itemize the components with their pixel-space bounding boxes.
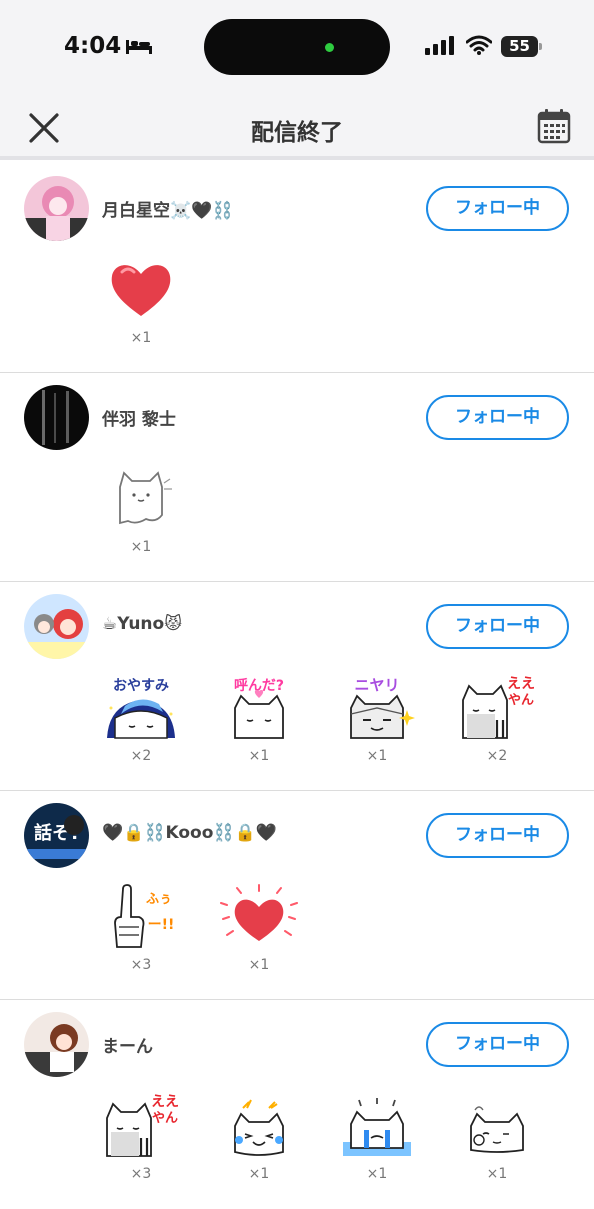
status-time: 4:04: [64, 33, 122, 59]
page-title: 配信終了: [251, 120, 343, 146]
niyari-cat-sticker-icon: ニヤリ: [350, 676, 415, 739]
username: 🖤🔒⛓️Kooo⛓️🔒🖤: [102, 823, 277, 843]
avatar[interactable]: [24, 385, 89, 450]
gift-count: ×1: [248, 748, 270, 764]
status-bar: 4:04 55: [0, 0, 594, 96]
gift-item: ええ やん ×3: [101, 1092, 181, 1192]
heart-sticker-icon: [111, 265, 171, 316]
cellular-signal-icon: [425, 36, 454, 55]
gift-item: ×1: [219, 1092, 299, 1192]
gift-item: ニヤリ ×1: [337, 674, 417, 774]
blushing-cat-sticker-icon: [470, 1106, 524, 1153]
user-row: 月白星空☠️🖤⛓️ フォロー中 ×1: [0, 164, 594, 373]
yonda-cat-sticker-icon: 呼んだ?: [234, 677, 284, 739]
calendar-icon[interactable]: [537, 108, 571, 144]
following-button[interactable]: フォロー中: [426, 186, 569, 231]
sleep-mode-icon: [126, 40, 152, 54]
gift-item: ふぅ ー!! ×3: [101, 883, 181, 983]
crying-cat-sticker-icon: [343, 1098, 411, 1156]
following-button[interactable]: フォロー中: [426, 395, 569, 440]
gift-item: ええ やん ×2: [457, 674, 537, 774]
camera-indicator-icon: [325, 43, 334, 52]
fuu-finger-sticker-icon: ふぅ ー!!: [114, 884, 175, 948]
user-row: ☕Yuno😾 フォロー中 おやすみ ×2 呼んだ? ×1 ニヤリ ×1 ええ や…: [0, 582, 594, 791]
user-row: まーん フォロー中 ええ やん ×3 ×1 ×1 ×1: [0, 1000, 594, 1209]
gift-count: ×3: [130, 1166, 152, 1182]
gift-item: おやすみ ×2: [101, 674, 181, 774]
avatar[interactable]: [24, 176, 89, 241]
gift-item: ×1: [101, 465, 181, 565]
gift-count: ×2: [130, 748, 152, 764]
user-list: 月白星空☠️🖤⛓️ フォロー中 ×1 伴羽 黎士 フォロー中 ×1 ☕Yuno😾…: [0, 164, 594, 1209]
following-button[interactable]: フォロー中: [426, 1022, 569, 1067]
svg-text:ええ: ええ: [151, 1094, 179, 1110]
gift-item: ×1: [101, 256, 181, 356]
svg-text:ニヤリ: ニヤリ: [354, 676, 399, 694]
gift-count: ×1: [248, 957, 270, 973]
svg-text:おやすみ: おやすみ: [113, 678, 169, 694]
gift-item: ×1: [219, 883, 299, 983]
username: まーん: [102, 1037, 153, 1057]
gift-item: 呼んだ? ×1: [219, 674, 299, 774]
svg-text:やん: やん: [152, 1111, 178, 1126]
gift-count: ×1: [130, 330, 152, 346]
username: ☕Yuno😾: [102, 614, 182, 634]
gift-item: ×1: [337, 1092, 417, 1192]
svg-text:ー!!: ー!!: [148, 917, 175, 933]
svg-text:ええ: ええ: [507, 676, 535, 692]
sparkle-heart-sticker-icon: [220, 884, 298, 941]
following-button[interactable]: フォロー中: [426, 604, 569, 649]
avatar[interactable]: [24, 1012, 89, 1077]
username: 月白星空☠️🖤⛓️: [102, 201, 234, 221]
eeyan-cat-sticker-icon: ええ やん: [106, 1094, 179, 1157]
following-button[interactable]: フォロー中: [426, 813, 569, 858]
gift-item: ×1: [457, 1092, 537, 1192]
gift-count: ×1: [486, 1166, 508, 1182]
gift-count: ×3: [130, 957, 152, 973]
user-row: 伴羽 黎士 フォロー中 ×1: [0, 373, 594, 582]
laughing-cat-sticker-icon: [234, 1099, 284, 1156]
cat-ghost-sticker-icon: [119, 471, 172, 525]
avatar[interactable]: 話そ?: [24, 803, 89, 868]
app-header: 配信終了: [0, 96, 594, 160]
username: 伴羽 黎士: [102, 410, 176, 430]
eeyan-cat-sticker-icon: ええ やん: [462, 676, 535, 739]
svg-text:ふぅ: ふぅ: [146, 892, 172, 907]
gift-count: ×1: [130, 539, 152, 555]
gift-count: ×2: [486, 748, 508, 764]
avatar[interactable]: [24, 594, 89, 659]
user-row: 話そ? 🖤🔒⛓️Kooo⛓️🔒🖤 フォロー中 ふぅ ー!! ×3 ×1: [0, 791, 594, 1000]
gift-count: ×1: [366, 748, 388, 764]
gift-count: ×1: [248, 1166, 270, 1182]
wifi-icon: [466, 35, 492, 55]
battery-icon: 55: [501, 36, 542, 57]
dynamic-island: [204, 19, 390, 75]
svg-text:やん: やん: [508, 693, 534, 708]
oyasumi-cat-sticker-icon: おやすみ: [107, 678, 175, 739]
gift-count: ×1: [366, 1166, 388, 1182]
